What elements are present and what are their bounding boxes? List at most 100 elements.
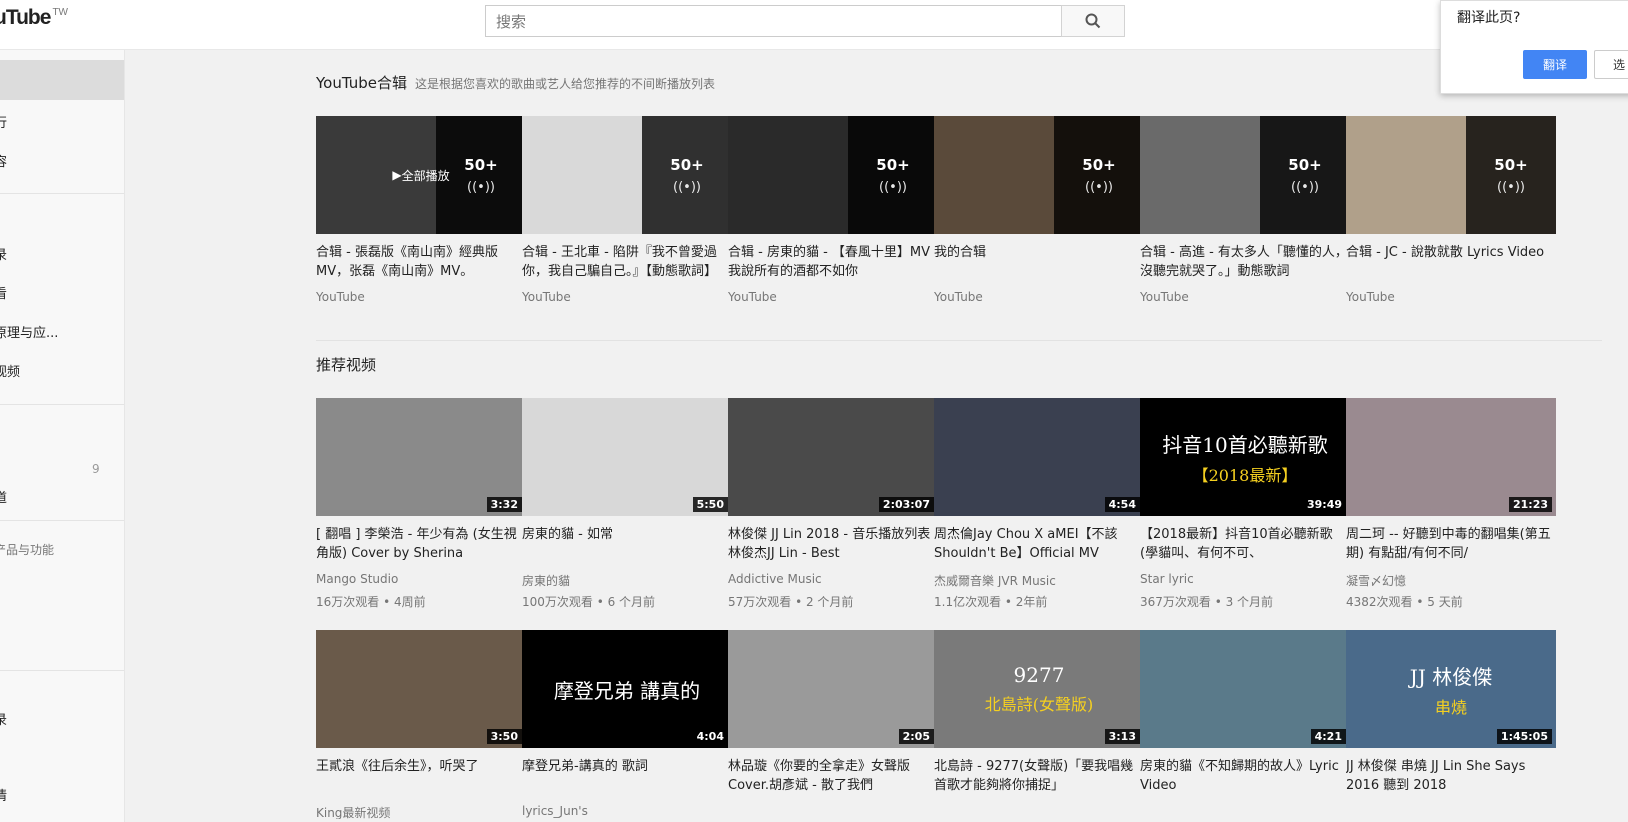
search-input[interactable]: 搜索 [485,5,1061,37]
video-channel[interactable] [934,804,1144,819]
video-card[interactable]: 21:23 周二珂 -- 好聽到中毒的翻唱集(第五期) 有點甜/有何不同/凝雪〆幻… [1346,398,1556,610]
mix-card[interactable]: 50+ ((•)) 合辑 - 高進 - 有太多人「聽懂的人，沒聽完就哭了。」動態歌詞… [1140,116,1350,305]
shelf-divider [316,340,1602,341]
video-thumbnail[interactable]: JJ 林俊傑 串燒 1:45:05 [1346,630,1556,748]
sidebar-item-playlist[interactable]: 原理与应... [0,317,124,345]
video-thumbnail[interactable]: 2:03:07 [728,398,938,516]
mix-radio-icon: ((•)) [879,179,907,195]
mix-thumbnail[interactable]: 50+ ((•)) [728,116,938,234]
sidebar-item-features[interactable]: 产品与功能 [0,535,124,563]
sidebar-item-library[interactable]: 录 [0,704,124,732]
video-title[interactable]: 房東的貓 - 如常 [522,525,732,563]
sidebar-item-home[interactable] [0,60,124,100]
video-title[interactable]: 林品璇《你要的全拿走》女聲版 Cover.胡彥斌 - 散了我們 [728,757,938,795]
mix-thumbnail[interactable]: 50+ ((•)) [1346,116,1556,234]
video-channel[interactable]: Addictive Music [728,572,938,587]
video-channel[interactable] [1346,804,1556,819]
sidebar-item-watch-later[interactable]: 看 [0,278,124,306]
video-channel[interactable]: Star lyric [1140,572,1350,587]
video-title[interactable]: 房東的貓《不知歸期的故人》Lyric Video [1140,757,1350,795]
recommended-shelf-title[interactable]: 推荐视频 [316,354,376,375]
video-title[interactable]: 北島詩 - 9277(女聲版)「要我唱幾首歌才能夠將你捕捉」 [934,757,1144,795]
sidebar-item-subscriptions[interactable]: 容 [0,146,124,174]
video-channel[interactable]: King最新视频 [316,804,526,819]
sidebar: 行 容 录 看 原理与应... 视频 9 道 产品与功能 录 情 [0,50,125,822]
video-channel[interactable]: 凝雪〆幻憶 [1346,572,1556,587]
video-card[interactable]: 2:03:07 林俊傑 JJ Lin 2018 - 音乐播放列表林俊杰JJ Lin… [728,398,938,610]
video-card[interactable]: 2:05 林品璇《你要的全拿走》女聲版 Cover.胡彥斌 - 散了我們 [728,630,938,819]
video-card[interactable]: 9277 北島詩(女聲版) 3:13 北島詩 - 9277(女聲版)「要我唱幾首歌才能… [934,630,1144,819]
video-thumbnail[interactable]: 9277 北島詩(女聲版) 3:13 [934,630,1144,748]
video-card[interactable]: 抖音10首必聽新歌 【2018最新】 39:49 【2018最新】抖音10首必聽新歌 … [1140,398,1350,610]
video-channel[interactable]: lyrics_Jun's [522,804,732,819]
video-card[interactable]: JJ 林俊傑 串燒 1:45:05 JJ 林俊傑 串燒 JJ Lin She Says… [1346,630,1556,819]
mix-title[interactable]: 我的合辑 [934,243,1144,281]
video-title[interactable]: 周二珂 -- 好聽到中毒的翻唱集(第五期) 有點甜/有何不同/ [1346,525,1556,563]
video-card[interactable]: 3:32 [ 翻唱 ] 李榮浩 - 年少有為 (女生視角版) Cover by S… [316,398,526,610]
mix-title[interactable]: 合辑 - 張磊版《南山南》經典版MV，张磊《南山南》MV。 [316,243,526,281]
mix-card[interactable]: 50+ ((•)) 合辑 - 房東的貓 - 【春風十里】MV 我說所有的酒都不如你 Y… [728,116,938,305]
youtube-logo[interactable]: uTubeTW [0,6,68,30]
mix-title[interactable]: 合辑 - 王北車 - 陷阱『我不曾愛過你，我自己騙自己。』【動態歌詞】 [522,243,732,281]
video-channel[interactable]: 杰威爾音樂 JVR Music [934,572,1144,587]
video-thumbnail[interactable]: 抖音10首必聽新歌 【2018最新】 39:49 [1140,398,1350,516]
video-thumbnail[interactable]: 2:05 [728,630,938,748]
video-title[interactable]: 周杰倫Jay Chou X aMEI【不該 Shouldn't Be】Offic… [934,525,1144,563]
mix-thumbnail[interactable]: 50+ ((•)) [1140,116,1350,234]
video-card[interactable]: 4:54 周杰倫Jay Chou X aMEI【不該 Shouldn't Be】O… [934,398,1144,610]
video-card[interactable]: 3:50 王貳浪《往后余生》，听哭了 King最新视频 [316,630,526,819]
video-thumbnail[interactable]: 4:54 [934,398,1144,516]
mix-title[interactable]: 合辑 - JC - 說散就散 Lyrics Video [1346,243,1556,281]
video-meta: 4382次观看 • 5 天前 [1346,595,1463,609]
video-title[interactable]: 摩登兄弟-講真的 歌詞 [522,757,732,795]
sidebar-item-label: 录 [0,244,7,263]
mix-channel[interactable]: YouTube [934,290,1144,305]
sidebar-item-trending[interactable]: 行 [0,107,124,135]
video-title[interactable]: JJ 林俊傑 串燒 JJ Lin She Says 2016 聽到 2018 [1346,757,1556,795]
mix-channel[interactable]: YouTube [522,290,732,305]
video-channel[interactable]: Mango Studio [316,572,526,587]
mix-channel[interactable]: YouTube [1140,290,1350,305]
video-thumbnail[interactable]: 3:50 [316,630,526,748]
search-bar: 搜索 [485,5,1125,37]
sidebar-item-liked[interactable]: 视频 [0,356,124,384]
mix-title[interactable]: 合辑 - 高進 - 有太多人「聽懂的人，沒聽完就哭了。」動態歌詞 [1140,243,1350,281]
video-thumbnail[interactable]: 21:23 [1346,398,1556,516]
video-thumbnail[interactable]: 4:21 [1140,630,1350,748]
video-card[interactable]: 5:50 房東的貓 - 如常 房東的貓 100万次观看 • 6 个月前 [522,398,732,610]
mix-thumbnail[interactable]: 50+ ((•)) ▶ 全部播放 [316,116,526,234]
mix-thumbnail[interactable]: 50+ ((•)) [934,116,1144,234]
mix-card[interactable]: 50+ ((•)) 合辑 - JC - 說散就散 Lyrics Video YouTu… [1346,116,1556,305]
mix-channel[interactable]: YouTube [728,290,938,305]
video-title[interactable]: 【2018最新】抖音10首必聽新歌 (學貓叫、有何不可、 [1140,525,1350,563]
mix-card[interactable]: 50+ ((•)) 合辑 - 王北車 - 陷阱『我不曾愛過你，我自己騙自己。』【動態… [522,116,732,305]
video-thumbnail[interactable]: 3:32 [316,398,526,516]
video-thumbnail[interactable]: 5:50 [522,398,732,516]
sidebar-item-history[interactable]: 录 [0,239,124,267]
sidebar-item-channels[interactable]: 道 [0,482,124,510]
mix-card[interactable]: 50+ ((•)) 我的合辑 YouTube [934,116,1144,305]
play-all-button[interactable]: ▶ 全部播放 [316,116,526,234]
mix-card[interactable]: 50+ ((•)) ▶ 全部播放合辑 - 張磊版《南山南》經典版MV，张磊《南山南》… [316,116,526,305]
sidebar-item-label: 录 [0,709,7,728]
video-channel[interactable] [728,804,938,819]
video-card[interactable]: 摩登兄弟 講真的 4:04 摩登兄弟-講真的 歌詞 lyrics_Jun's [522,630,732,819]
mix-title[interactable]: 合辑 - 房東的貓 - 【春風十里】MV 我說所有的酒都不如你 [728,243,938,281]
video-card[interactable]: 4:21 房東的貓《不知歸期的故人》Lyric Video [1140,630,1350,819]
video-channel[interactable] [1140,804,1350,819]
video-channel[interactable]: 房東的貓 [522,572,732,587]
video-title[interactable]: 林俊傑 JJ Lin 2018 - 音乐播放列表林俊杰JJ Lin - Best [728,525,938,563]
video-title[interactable]: 王貳浪《往后余生》，听哭了 [316,757,526,795]
sidebar-item-label: 行 [0,112,7,131]
search-button[interactable] [1061,5,1125,37]
sidebar-item-feedback[interactable]: 情 [0,780,124,808]
video-title[interactable]: [ 翻唱 ] 李榮浩 - 年少有為 (女生視角版) Cover by Sheri… [316,525,526,563]
sidebar-item-label: 情 [0,785,7,804]
video-thumbnail[interactable]: 摩登兄弟 講真的 4:04 [522,630,732,748]
mix-channel[interactable]: YouTube [1346,290,1556,305]
video-duration: 21:23 [1508,497,1552,512]
mix-thumbnail[interactable]: 50+ ((•)) [522,116,732,234]
video-duration: 3:13 [1104,729,1140,744]
mixes-shelf-title[interactable]: YouTube合辑 这是根据您喜欢的歌曲或艺人给您推荐的不间断播放列表 [316,72,715,93]
mix-channel[interactable]: YouTube [316,290,526,305]
